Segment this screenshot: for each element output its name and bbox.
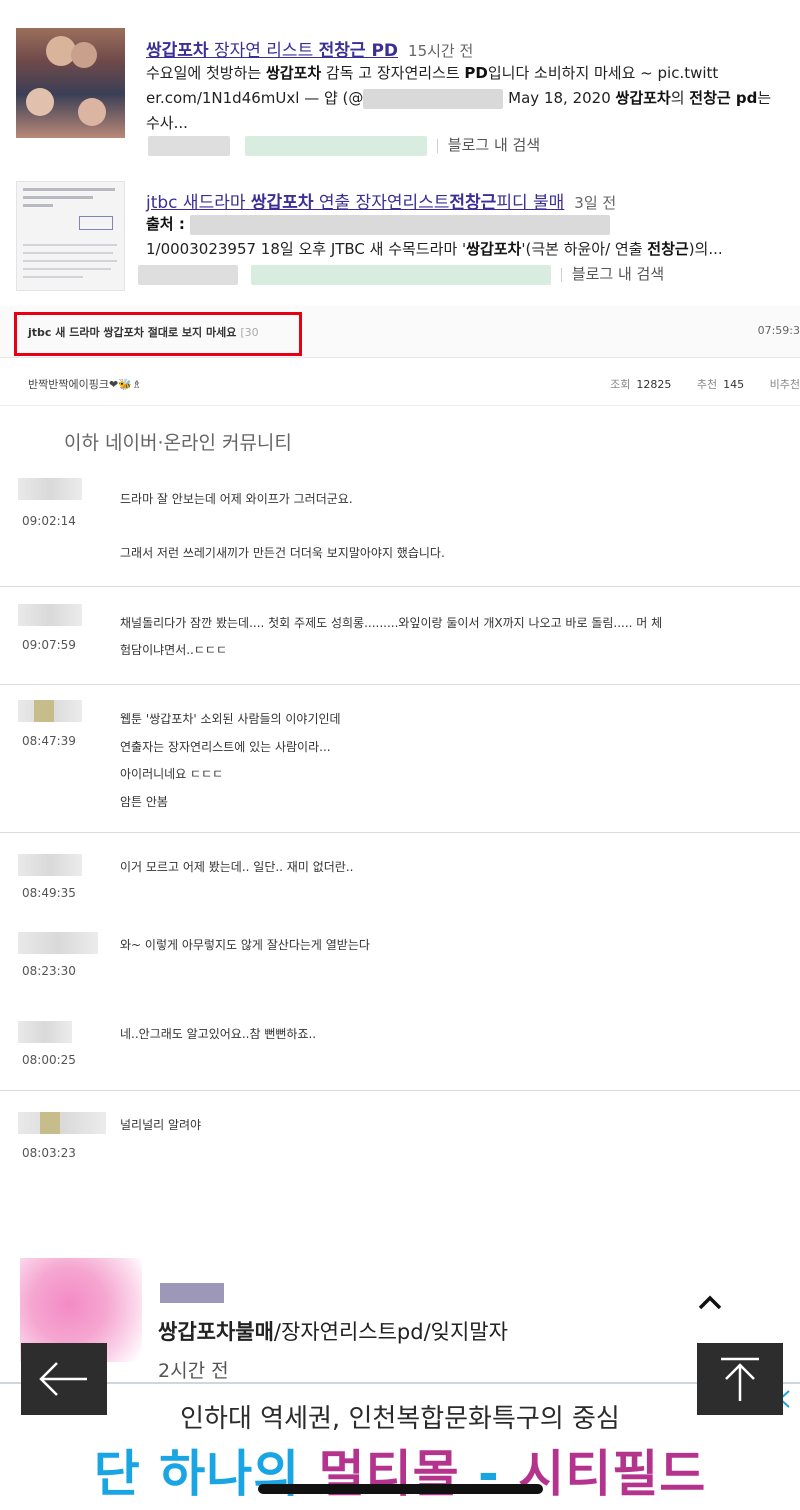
post-time: 07:59:3 xyxy=(757,324,800,337)
card-time: 2시간 전 xyxy=(158,1360,229,1382)
divider xyxy=(0,684,800,685)
result-time: 15시간 전 xyxy=(408,42,474,60)
comment-text: 네..안그래도 알고있어요..참 뻔뻔하죠.. xyxy=(120,1027,317,1041)
blog-search-link[interactable]: 블로그 내 검색 xyxy=(448,136,540,154)
blurred-source xyxy=(148,135,230,156)
comment-text: 웹툰 '쌍갑포차' 소외된 사람들의 이야기인데 연출자는 장자연리스트에 있는… xyxy=(120,712,341,809)
divider xyxy=(0,1090,800,1091)
divider xyxy=(0,832,800,833)
result-thumbnail[interactable] xyxy=(16,28,125,138)
result-thumbnail[interactable] xyxy=(16,181,125,291)
blog-search-link[interactable]: 블로그 내 검색 xyxy=(572,265,664,283)
result-title[interactable]: jtbc 새드라마 쌍갑포차 연출 장자연리스트전창근피디 불매 3일 전 xyxy=(146,188,616,213)
comment-time: 08:49:35 xyxy=(22,886,76,900)
comment-text: 와~ 이렇게 아무렇지도 않게 잘산다는게 열받는다 xyxy=(120,938,370,952)
blurred-avatar xyxy=(18,700,82,722)
result-time: 3일 전 xyxy=(574,194,617,212)
comment-time: 08:00:25 xyxy=(22,1053,76,1067)
section-caption: 이하 네이버·온라인 커뮤니티 xyxy=(64,432,292,454)
blurred-avatar xyxy=(18,932,98,954)
result-snippet: 수요일에 첫방하는 쌍갑포차 감독 고 장자연리스트 PD입니다 소비하지 마세… xyxy=(146,64,772,132)
post-author[interactable]: 반짝반짝에이핑크❤🐝♗ xyxy=(28,376,142,392)
comment-time: 09:02:14 xyxy=(22,514,76,528)
comment-text: 널리널리 알려야 xyxy=(120,1118,202,1132)
home-indicator[interactable] xyxy=(258,1484,543,1494)
ad-headline: 인하대 역세권, 인천복합문화특구의 중심 xyxy=(180,1404,620,1434)
comment-time: 09:07:59 xyxy=(22,638,76,652)
result-title[interactable]: 쌍갑포차 장자연 리스트 전창근 PD 15시간 전 xyxy=(146,36,473,61)
result-footer: 블로그 내 검색 xyxy=(148,134,540,156)
blurred-nickname xyxy=(160,1283,224,1303)
comment-time: 08:23:30 xyxy=(22,964,76,978)
blurred-avatar xyxy=(18,478,82,500)
result-snippet: 출처 : 1/0003023957 18일 오후 JTBC 새 수목드라마 '쌍… xyxy=(146,214,723,258)
like-count: 145 xyxy=(723,378,745,391)
comment-text: 채널돌리다가 잠깐 봤는데.... 첫회 주제도 성희롱.........와잎이… xyxy=(120,616,663,657)
post-header: jtbc 새 드라마 쌍갑포차 절대로 보지 마세요 [30 07:59:3 xyxy=(0,306,800,358)
blurred-url xyxy=(244,135,427,156)
blurred-text xyxy=(363,88,504,109)
blurred-url xyxy=(189,214,610,235)
post-title[interactable]: jtbc 새 드라마 쌍갑포차 절대로 보지 마세요 [30 xyxy=(28,324,259,340)
blurred-avatar xyxy=(18,1021,72,1043)
blurred-avatar xyxy=(18,604,82,626)
blurred-source xyxy=(138,264,238,285)
comment-text: 드라마 잘 안보는데 어제 와이프가 그러더군요. 그래서 저런 쓰레기새끼가 … xyxy=(120,492,445,560)
view-count: 12825 xyxy=(636,378,672,391)
post-meta: 반짝반짝에이핑크❤🐝♗ 조회 12825 추천 145 비추천 xyxy=(0,360,800,406)
card-title[interactable]: 쌍갑포차불매/장자연리스트pd/잊지말자 xyxy=(158,1316,508,1346)
post-stats: 조회 12825 추천 145 비추천 xyxy=(610,378,800,391)
back-button[interactable] xyxy=(21,1343,107,1415)
result-title-link[interactable]: jtbc 새드라마 쌍갑포차 연출 장자연리스트전창근피디 불매 xyxy=(146,193,564,213)
arrow-up-icon xyxy=(721,1357,759,1401)
chevron-up-icon[interactable] xyxy=(696,1293,724,1313)
result-footer: 블로그 내 검색 xyxy=(138,263,664,285)
comment-time: 08:03:23 xyxy=(22,1146,76,1160)
result-title-link[interactable]: 쌍갑포차 장자연 리스트 전창근 PD xyxy=(146,41,398,61)
ad-slogan: 단 하나의 멀티몰 - 시티필드 xyxy=(93,1445,707,1503)
blurred-url xyxy=(250,264,551,285)
comment-text: 이거 모르고 어제 봤는데.. 일단.. 재미 없더란.. xyxy=(120,860,354,874)
blurred-avatar xyxy=(18,854,82,876)
arrow-left-icon xyxy=(39,1362,87,1396)
blurred-avatar xyxy=(18,1112,106,1134)
divider xyxy=(0,586,800,587)
scroll-top-button[interactable] xyxy=(697,1343,783,1415)
comment-time: 08:47:39 xyxy=(22,734,76,748)
